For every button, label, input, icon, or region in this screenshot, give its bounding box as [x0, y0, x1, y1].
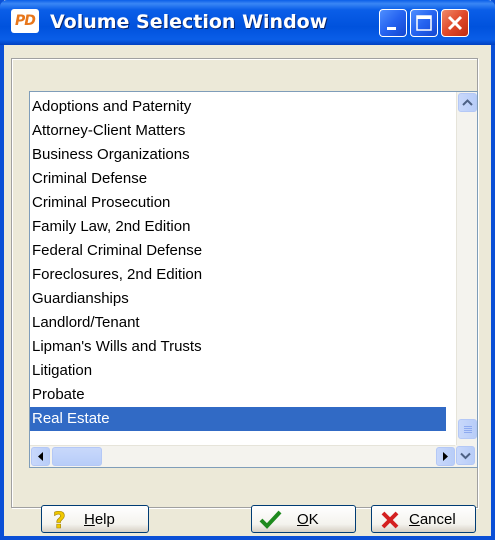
horizontal-scroll-thumb[interactable]: [52, 447, 102, 466]
checkmark-icon: [259, 510, 282, 529]
maximize-button[interactable]: [410, 9, 438, 37]
volume-list-item[interactable]: Lipman's Wills and Trusts: [30, 335, 446, 359]
close-button[interactable]: [441, 9, 469, 37]
chevron-up-icon: [462, 99, 473, 106]
scroll-right-button[interactable]: [436, 447, 455, 466]
cancel-button[interactable]: Cancel: [371, 505, 476, 533]
volume-list-item[interactable]: Adoptions and Paternity: [30, 95, 446, 119]
svg-text:?: ?: [53, 509, 66, 532]
help-button-label: Help: [84, 511, 115, 528]
arrow-left-icon: [38, 452, 43, 461]
window-title: Volume Selection Window: [50, 11, 328, 33]
maximize-icon: [416, 15, 432, 31]
ok-button-label: OK: [297, 511, 319, 528]
title-bar[interactable]: PD Volume Selection Window: [0, 0, 495, 45]
volume-list-item[interactable]: Probate: [30, 383, 446, 407]
app-logo-icon: PD: [11, 9, 39, 33]
help-button[interactable]: ? Help: [41, 505, 149, 533]
volume-list-item[interactable]: Attorney-Client Matters: [30, 119, 446, 143]
volume-list-item[interactable]: Criminal Prosecution: [30, 191, 446, 215]
x-cross-icon: [381, 511, 399, 529]
volume-list-item[interactable]: Foreclosures, 2nd Edition: [30, 263, 446, 287]
question-mark-icon: ?: [53, 509, 66, 532]
volume-list-item[interactable]: Federal Criminal Defense: [30, 239, 446, 263]
vertical-scrollbar[interactable]: [456, 92, 477, 445]
horizontal-scrollbar[interactable]: [30, 445, 456, 467]
volume-list-item[interactable]: Business Organizations: [30, 143, 446, 167]
scroll-down-button[interactable]: [456, 446, 475, 465]
volume-list-item[interactable]: Guardianships: [30, 287, 446, 311]
volume-list-item[interactable]: Family Law, 2nd Edition: [30, 215, 446, 239]
cancel-button-label: Cancel: [409, 511, 456, 528]
scroll-left-button[interactable]: [31, 447, 50, 466]
volume-list[interactable]: Adoptions and Paternity Attorney-Client M…: [29, 91, 478, 468]
volume-list-item[interactable]: Landlord/Tenant: [30, 311, 446, 335]
ok-button[interactable]: OK: [251, 505, 356, 533]
arrow-right-icon: [443, 452, 448, 461]
minimize-button[interactable]: [379, 9, 407, 37]
chevron-down-icon: [460, 452, 471, 460]
scroll-corner: [455, 445, 477, 467]
scroll-up-button[interactable]: [458, 93, 477, 112]
volume-list-item[interactable]: Litigation: [30, 359, 446, 383]
volume-list-item[interactable]: Real Estate: [30, 407, 446, 431]
volume-list-item[interactable]: Criminal Defense: [30, 167, 446, 191]
minimize-icon: [387, 27, 396, 30]
vertical-scroll-thumb[interactable]: [458, 419, 477, 439]
close-icon: [447, 15, 463, 31]
